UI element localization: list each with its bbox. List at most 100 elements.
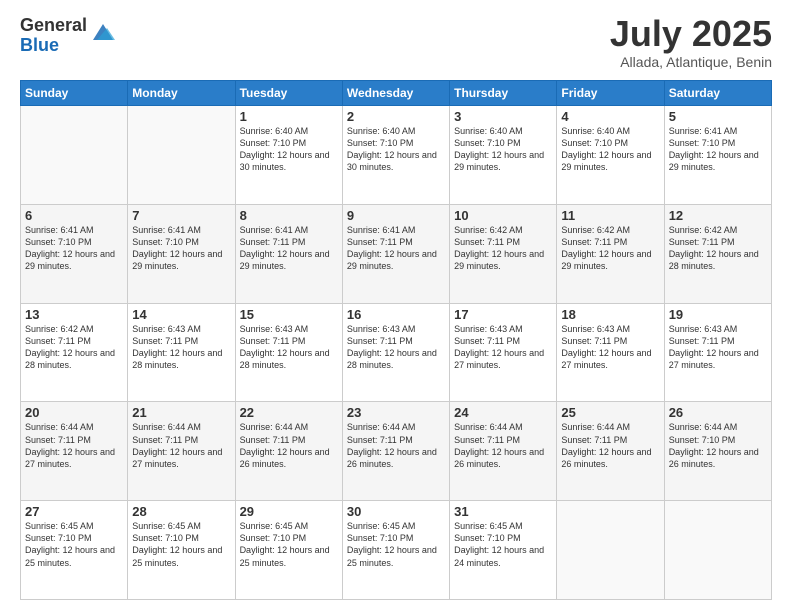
calendar-cell: 24Sunrise: 6:44 AMSunset: 7:11 PMDayligh… xyxy=(450,402,557,501)
sunset-text: Sunset: 7:11 PM xyxy=(454,335,552,347)
daylight-text: Daylight: 12 hours and 25 minutes. xyxy=(132,544,230,568)
title-area: July 2025 Allada, Atlantique, Benin xyxy=(610,16,772,70)
sunrise-text: Sunrise: 6:44 AM xyxy=(669,421,767,433)
daylight-text: Daylight: 12 hours and 24 minutes. xyxy=(454,544,552,568)
calendar-cell: 20Sunrise: 6:44 AMSunset: 7:11 PMDayligh… xyxy=(21,402,128,501)
sunset-text: Sunset: 7:11 PM xyxy=(454,434,552,446)
calendar-cell: 18Sunrise: 6:43 AMSunset: 7:11 PMDayligh… xyxy=(557,303,664,402)
calendar-week-row: 1Sunrise: 6:40 AMSunset: 7:10 PMDaylight… xyxy=(21,106,772,205)
calendar-cell: 9Sunrise: 6:41 AMSunset: 7:11 PMDaylight… xyxy=(342,204,449,303)
day-number: 29 xyxy=(240,504,338,519)
day-number: 3 xyxy=(454,109,552,124)
sunset-text: Sunset: 7:11 PM xyxy=(561,236,659,248)
daylight-text: Daylight: 12 hours and 25 minutes. xyxy=(240,544,338,568)
calendar-cell: 22Sunrise: 6:44 AMSunset: 7:11 PMDayligh… xyxy=(235,402,342,501)
sunset-text: Sunset: 7:11 PM xyxy=(669,236,767,248)
calendar-cell: 17Sunrise: 6:43 AMSunset: 7:11 PMDayligh… xyxy=(450,303,557,402)
sunset-text: Sunset: 7:11 PM xyxy=(25,434,123,446)
sunset-text: Sunset: 7:10 PM xyxy=(347,137,445,149)
day-info: Sunrise: 6:40 AMSunset: 7:10 PMDaylight:… xyxy=(240,125,338,174)
daylight-text: Daylight: 12 hours and 29 minutes. xyxy=(240,248,338,272)
sunset-text: Sunset: 7:10 PM xyxy=(132,532,230,544)
daylight-text: Daylight: 12 hours and 28 minutes. xyxy=(25,347,123,371)
logo-text: General Blue xyxy=(20,16,87,56)
calendar-day-header: Tuesday xyxy=(235,81,342,106)
sunset-text: Sunset: 7:11 PM xyxy=(240,434,338,446)
sunset-text: Sunset: 7:11 PM xyxy=(25,335,123,347)
sunrise-text: Sunrise: 6:40 AM xyxy=(561,125,659,137)
sunrise-text: Sunrise: 6:42 AM xyxy=(561,224,659,236)
calendar-day-header: Thursday xyxy=(450,81,557,106)
calendar-cell: 30Sunrise: 6:45 AMSunset: 7:10 PMDayligh… xyxy=(342,501,449,600)
logo-general: General xyxy=(20,16,87,36)
day-info: Sunrise: 6:43 AMSunset: 7:11 PMDaylight:… xyxy=(454,323,552,372)
calendar-cell: 7Sunrise: 6:41 AMSunset: 7:10 PMDaylight… xyxy=(128,204,235,303)
sunset-text: Sunset: 7:10 PM xyxy=(240,532,338,544)
calendar-header-row: SundayMondayTuesdayWednesdayThursdayFrid… xyxy=(21,81,772,106)
sunset-text: Sunset: 7:11 PM xyxy=(561,335,659,347)
daylight-text: Daylight: 12 hours and 28 minutes. xyxy=(669,248,767,272)
sunrise-text: Sunrise: 6:45 AM xyxy=(25,520,123,532)
sunset-text: Sunset: 7:10 PM xyxy=(561,137,659,149)
page: General Blue July 2025 Allada, Atlantiqu… xyxy=(0,0,792,612)
sunset-text: Sunset: 7:11 PM xyxy=(347,335,445,347)
day-info: Sunrise: 6:40 AMSunset: 7:10 PMDaylight:… xyxy=(347,125,445,174)
day-number: 31 xyxy=(454,504,552,519)
sunset-text: Sunset: 7:10 PM xyxy=(132,236,230,248)
daylight-text: Daylight: 12 hours and 29 minutes. xyxy=(454,149,552,173)
calendar-cell: 12Sunrise: 6:42 AMSunset: 7:11 PMDayligh… xyxy=(664,204,771,303)
day-info: Sunrise: 6:43 AMSunset: 7:11 PMDaylight:… xyxy=(669,323,767,372)
sunrise-text: Sunrise: 6:44 AM xyxy=(561,421,659,433)
sunrise-text: Sunrise: 6:41 AM xyxy=(669,125,767,137)
sunrise-text: Sunrise: 6:45 AM xyxy=(454,520,552,532)
sunrise-text: Sunrise: 6:43 AM xyxy=(454,323,552,335)
daylight-text: Daylight: 12 hours and 30 minutes. xyxy=(347,149,445,173)
day-number: 13 xyxy=(25,307,123,322)
sunrise-text: Sunrise: 6:43 AM xyxy=(347,323,445,335)
sunrise-text: Sunrise: 6:44 AM xyxy=(454,421,552,433)
day-info: Sunrise: 6:41 AMSunset: 7:11 PMDaylight:… xyxy=(347,224,445,273)
daylight-text: Daylight: 12 hours and 26 minutes. xyxy=(669,446,767,470)
calendar-day-header: Sunday xyxy=(21,81,128,106)
calendar-cell xyxy=(557,501,664,600)
daylight-text: Daylight: 12 hours and 29 minutes. xyxy=(561,248,659,272)
daylight-text: Daylight: 12 hours and 27 minutes. xyxy=(669,347,767,371)
sunrise-text: Sunrise: 6:45 AM xyxy=(132,520,230,532)
day-number: 10 xyxy=(454,208,552,223)
calendar-cell: 13Sunrise: 6:42 AMSunset: 7:11 PMDayligh… xyxy=(21,303,128,402)
day-info: Sunrise: 6:44 AMSunset: 7:11 PMDaylight:… xyxy=(132,421,230,470)
header: General Blue July 2025 Allada, Atlantiqu… xyxy=(20,16,772,70)
sunrise-text: Sunrise: 6:44 AM xyxy=(25,421,123,433)
sunrise-text: Sunrise: 6:42 AM xyxy=(454,224,552,236)
day-number: 4 xyxy=(561,109,659,124)
day-info: Sunrise: 6:41 AMSunset: 7:10 PMDaylight:… xyxy=(669,125,767,174)
sunrise-text: Sunrise: 6:41 AM xyxy=(25,224,123,236)
day-info: Sunrise: 6:42 AMSunset: 7:11 PMDaylight:… xyxy=(25,323,123,372)
calendar-table: SundayMondayTuesdayWednesdayThursdayFrid… xyxy=(20,80,772,600)
sunset-text: Sunset: 7:10 PM xyxy=(669,434,767,446)
sunset-text: Sunset: 7:11 PM xyxy=(347,434,445,446)
sunrise-text: Sunrise: 6:45 AM xyxy=(240,520,338,532)
sunrise-text: Sunrise: 6:42 AM xyxy=(669,224,767,236)
calendar-cell: 6Sunrise: 6:41 AMSunset: 7:10 PMDaylight… xyxy=(21,204,128,303)
day-number: 15 xyxy=(240,307,338,322)
calendar-cell: 28Sunrise: 6:45 AMSunset: 7:10 PMDayligh… xyxy=(128,501,235,600)
calendar-day-header: Monday xyxy=(128,81,235,106)
calendar-cell: 21Sunrise: 6:44 AMSunset: 7:11 PMDayligh… xyxy=(128,402,235,501)
day-info: Sunrise: 6:45 AMSunset: 7:10 PMDaylight:… xyxy=(132,520,230,569)
sunset-text: Sunset: 7:10 PM xyxy=(347,532,445,544)
calendar-cell: 25Sunrise: 6:44 AMSunset: 7:11 PMDayligh… xyxy=(557,402,664,501)
calendar-week-row: 27Sunrise: 6:45 AMSunset: 7:10 PMDayligh… xyxy=(21,501,772,600)
calendar-cell: 4Sunrise: 6:40 AMSunset: 7:10 PMDaylight… xyxy=(557,106,664,205)
calendar-cell: 2Sunrise: 6:40 AMSunset: 7:10 PMDaylight… xyxy=(342,106,449,205)
calendar-cell: 27Sunrise: 6:45 AMSunset: 7:10 PMDayligh… xyxy=(21,501,128,600)
sunrise-text: Sunrise: 6:41 AM xyxy=(240,224,338,236)
sunset-text: Sunset: 7:11 PM xyxy=(132,335,230,347)
day-info: Sunrise: 6:43 AMSunset: 7:11 PMDaylight:… xyxy=(561,323,659,372)
logo-blue: Blue xyxy=(20,36,87,56)
calendar-day-header: Wednesday xyxy=(342,81,449,106)
day-info: Sunrise: 6:41 AMSunset: 7:10 PMDaylight:… xyxy=(25,224,123,273)
sunrise-text: Sunrise: 6:42 AM xyxy=(25,323,123,335)
day-number: 14 xyxy=(132,307,230,322)
day-number: 6 xyxy=(25,208,123,223)
